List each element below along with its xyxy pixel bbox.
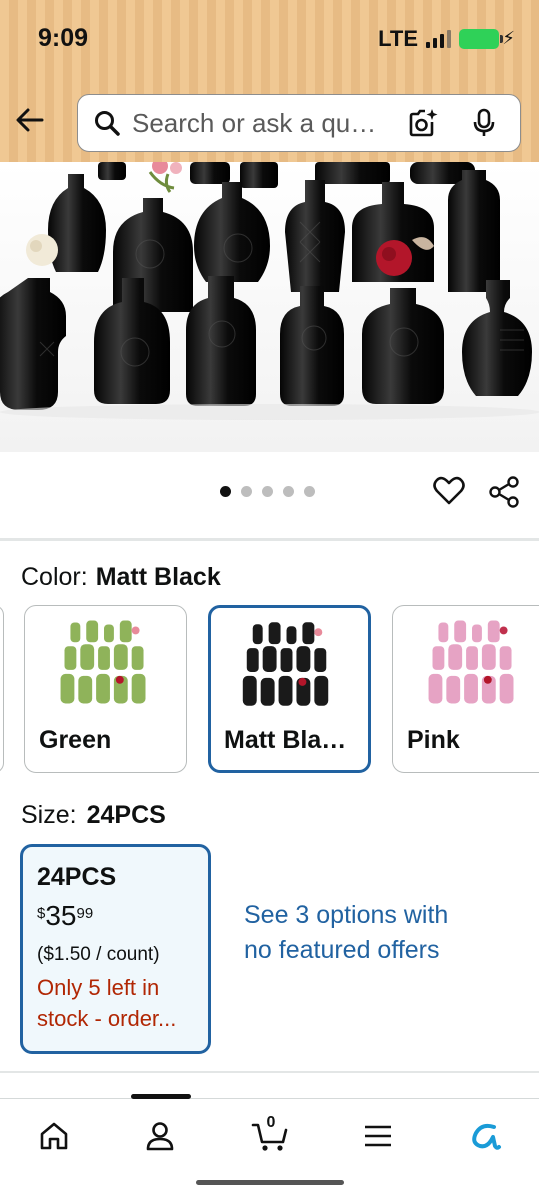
app-header: 9:09 LTE ⚡ bbox=[0, 0, 539, 162]
pink-vases-thumbnail bbox=[428, 620, 514, 704]
stock-warning-line: stock - order... bbox=[37, 1006, 177, 1031]
cart-count-badge: 0 bbox=[266, 1114, 276, 1131]
stock-warning: Only 5 left in stock - order... bbox=[37, 972, 194, 1034]
camera-lens-icon[interactable] bbox=[408, 108, 438, 138]
swatch-label: Pink bbox=[407, 726, 460, 754]
carousel-dot[interactable] bbox=[262, 486, 273, 497]
microphone-icon[interactable] bbox=[472, 108, 496, 138]
black-vases-thumbnail bbox=[242, 622, 329, 706]
section-divider bbox=[0, 1071, 539, 1073]
color-swatch-green[interactable]: Green bbox=[24, 605, 187, 773]
signal-strength-icon bbox=[426, 30, 451, 48]
green-vases-thumbnail bbox=[60, 620, 146, 704]
color-label: Color: bbox=[21, 563, 88, 591]
size-selector-heading: Size: 24PCS bbox=[21, 801, 166, 830]
price: $ 35 99 bbox=[37, 900, 194, 932]
color-selector-heading: Color: Matt Black bbox=[21, 563, 221, 592]
back-arrow-icon[interactable] bbox=[14, 104, 46, 136]
size-label: Size: bbox=[21, 801, 77, 829]
image-carousel-dots[interactable] bbox=[220, 486, 315, 497]
search-input[interactable] bbox=[132, 107, 394, 139]
price-symbol: $ bbox=[37, 905, 46, 922]
selected-size-value: 24PCS bbox=[86, 801, 166, 829]
selected-color-value: Matt Black bbox=[95, 563, 221, 591]
vases-photo bbox=[0, 162, 539, 452]
status-indicators: LTE ⚡ bbox=[378, 26, 515, 52]
home-indicator[interactable] bbox=[196, 1180, 344, 1185]
product-image[interactable] bbox=[0, 162, 539, 452]
menu-icon[interactable] bbox=[361, 1119, 395, 1153]
color-swatch-pink[interactable]: Pink bbox=[392, 605, 539, 773]
section-divider bbox=[0, 538, 539, 541]
carousel-dot[interactable] bbox=[283, 486, 294, 497]
heart-icon[interactable] bbox=[433, 476, 465, 506]
battery-icon: ⚡ bbox=[459, 28, 515, 49]
see-more-options-link[interactable]: See 3 options with no featured offers bbox=[244, 898, 474, 968]
color-swatch-matt-black[interactable]: Matt Bla… bbox=[208, 605, 371, 773]
active-tab-indicator bbox=[131, 1094, 191, 1099]
price-fraction: 99 bbox=[76, 905, 94, 922]
unit-price: ($1.50 / count) bbox=[37, 944, 160, 965]
search-icon bbox=[95, 111, 120, 136]
carousel-dot[interactable] bbox=[304, 486, 315, 497]
charging-bolt-icon: ⚡ bbox=[502, 28, 515, 48]
size-option-name: 24PCS bbox=[37, 863, 117, 891]
carousel-dot[interactable] bbox=[241, 486, 252, 497]
share-icon[interactable] bbox=[488, 476, 520, 508]
previous-color-swatch-edge[interactable] bbox=[0, 605, 4, 773]
search-bar[interactable] bbox=[77, 94, 521, 152]
stock-warning-line: Only 5 left in bbox=[37, 975, 160, 1000]
swatch-label: Matt Bla… bbox=[224, 726, 347, 754]
carousel-dot-active[interactable] bbox=[220, 486, 231, 497]
status-time: 9:09 bbox=[38, 24, 89, 52]
swatch-label: Green bbox=[39, 726, 112, 754]
network-type: LTE bbox=[378, 26, 418, 51]
account-icon[interactable] bbox=[143, 1119, 177, 1153]
rufus-assistant-icon[interactable] bbox=[468, 1119, 502, 1153]
home-icon[interactable] bbox=[37, 1119, 71, 1153]
price-whole: 35 bbox=[45, 900, 77, 931]
size-option-24pcs[interactable]: 24PCS $ 35 99 ($1.50 / count) Only 5 lef… bbox=[20, 844, 211, 1054]
